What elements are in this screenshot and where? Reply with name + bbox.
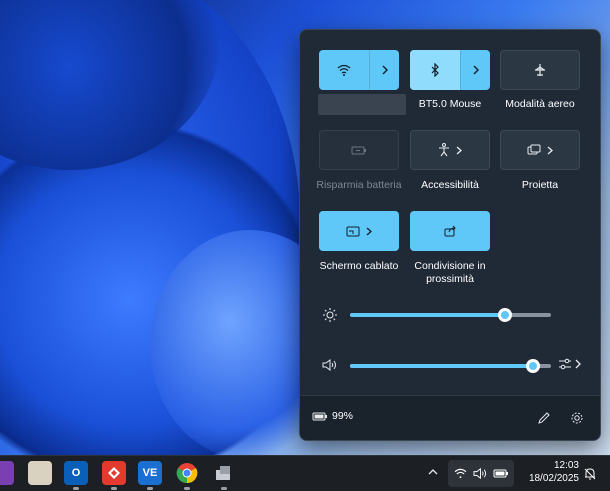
notification-bell-icon[interactable]	[583, 467, 597, 481]
clock[interactable]: 12:03 18/02/2025	[517, 459, 579, 485]
bluetooth-expand-button[interactable]	[460, 50, 490, 90]
brightness-icon	[323, 308, 337, 322]
battery-saver-label: Risparmia batteria	[316, 179, 402, 191]
volume-icon	[473, 467, 487, 480]
quick-settings-footer: 99%	[300, 395, 600, 440]
chevron-right-icon	[382, 65, 388, 75]
settings-gear-icon[interactable]	[570, 411, 584, 425]
project-label: Proietta	[521, 179, 559, 191]
airplane-mode-label: Modalità aereo	[505, 98, 575, 110]
chevron-right-icon	[473, 65, 479, 75]
project-icon	[527, 144, 541, 155]
wifi-icon	[454, 468, 467, 479]
accessibility-icon	[439, 143, 449, 157]
cast-icon	[346, 226, 360, 236]
airplane-icon	[535, 64, 545, 76]
chevron-up-icon[interactable]	[428, 468, 438, 476]
clock-date: 18/02/2025	[528, 473, 579, 484]
taskbar-anydesk[interactable]	[102, 461, 126, 485]
nearby-share-tile[interactable]	[410, 211, 490, 251]
quick-settings-panel: BT5.0 Mouse Modalità aereo Risparmia bat…	[299, 29, 601, 441]
battery-status[interactable]: 99%	[312, 410, 353, 422]
battery-saver-icon	[351, 146, 366, 155]
audio-output-button[interactable]	[558, 357, 581, 371]
airplane-mode-tile[interactable]	[500, 50, 580, 90]
sliders-icon	[559, 358, 571, 370]
outlook-icon: O	[71, 467, 81, 479]
chrome-icon	[176, 463, 198, 484]
chevron-right-icon	[366, 227, 372, 235]
chevron-right-icon	[575, 359, 581, 369]
share-icon	[444, 225, 456, 237]
wifi-expand-button[interactable]	[369, 50, 399, 90]
anydesk-icon	[108, 467, 120, 479]
bluetooth-tile[interactable]	[410, 50, 490, 90]
project-tile[interactable]	[500, 130, 580, 170]
wired-display-tile[interactable]	[319, 211, 399, 251]
taskbar: O VE 12:03 18/02/2025	[0, 455, 610, 491]
accessibility-label: Accessibilità	[421, 179, 479, 191]
taskbar-app-7[interactable]	[212, 461, 236, 485]
battery-percent: 99%	[332, 410, 354, 422]
volume-icon	[322, 359, 336, 371]
clock-time: 12:03	[553, 460, 579, 471]
bluetooth-label: BT5.0 Mouse	[418, 98, 482, 110]
app-icon	[216, 466, 230, 480]
taskbar-app-1[interactable]	[0, 461, 14, 485]
wifi-network-name-redacted	[318, 94, 406, 115]
brightness-slider-fill	[350, 313, 505, 317]
system-tray-quick-settings[interactable]	[448, 460, 514, 487]
chevron-right-icon	[456, 146, 462, 154]
nearby-share-label: Condivisione in prossimità	[414, 260, 486, 285]
wifi-toggle[interactable]	[319, 50, 369, 90]
battery-charging-icon	[493, 469, 508, 478]
volume-slider-thumb[interactable]	[525, 359, 540, 373]
taskbar-vs[interactable]: VE	[138, 461, 162, 485]
battery-charging-icon	[312, 412, 327, 421]
vs-icon: VE	[142, 467, 158, 479]
chevron-right-icon	[547, 146, 553, 154]
wired-display-label: Schermo cablato	[319, 260, 399, 272]
taskbar-outlook[interactable]: O	[64, 461, 88, 485]
bluetooth-toggle[interactable]	[410, 50, 460, 90]
battery-saver-tile[interactable]	[319, 130, 399, 170]
taskbar-chrome[interactable]	[175, 461, 199, 485]
wifi-icon	[337, 64, 351, 76]
edit-icon[interactable]	[537, 411, 551, 425]
volume-slider-fill	[350, 364, 533, 368]
accessibility-tile[interactable]	[410, 130, 490, 170]
bluetooth-icon	[431, 63, 439, 77]
brightness-slider-thumb[interactable]	[497, 308, 512, 322]
taskbar-app-2[interactable]	[28, 461, 52, 485]
wifi-tile[interactable]	[319, 50, 399, 90]
